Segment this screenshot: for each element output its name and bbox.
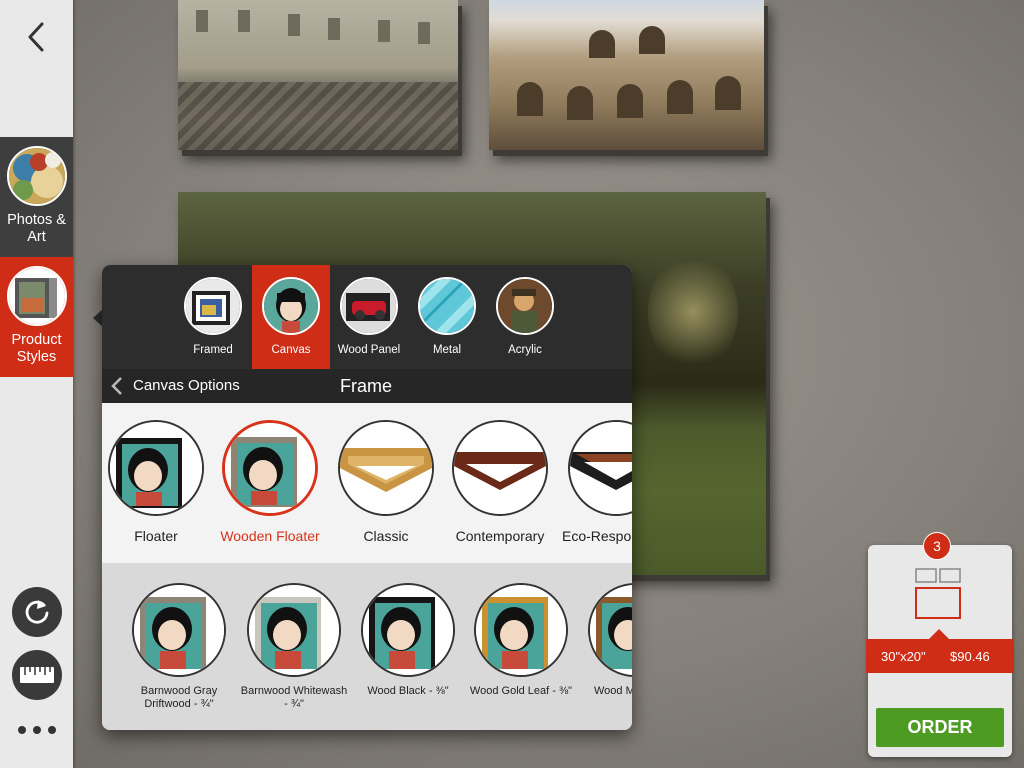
- window-shape: [238, 10, 250, 32]
- arch-shape: [517, 82, 543, 116]
- frame-style-wooden-floater[interactable]: Wooden Floater: [220, 420, 320, 544]
- finish-label: Wood Black - ⅜": [367, 685, 449, 697]
- finish-label: Barnwood Gray Driftwood - ¾": [140, 685, 218, 710]
- window-shape: [196, 10, 208, 32]
- options-header: Canvas Options Frame: [102, 369, 632, 403]
- finish-label: Wood Gold Leaf - ⅜": [469, 685, 573, 697]
- window-shape: [288, 14, 300, 36]
- window-shape: [328, 18, 340, 40]
- window-shape: [418, 22, 430, 44]
- frame-style-label: Wooden Floater: [220, 528, 320, 544]
- order-button[interactable]: ORDER: [876, 708, 1004, 747]
- framed-print-icon: [6, 266, 67, 326]
- options-title: Frame: [340, 376, 393, 396]
- frame-style-row: Floater Wooden Floater Classic Contempor…: [102, 403, 632, 563]
- back-button[interactable]: [20, 18, 54, 56]
- product-type-metal[interactable]: Metal: [408, 265, 486, 369]
- barnwood-gray-frame-icon: [132, 583, 226, 677]
- finish-wood-more[interactable]: Wood M: [588, 583, 632, 698]
- product-type-canvas[interactable]: Canvas: [252, 265, 330, 369]
- finish-wood-gold-leaf[interactable]: Wood Gold Leaf - ⅜": [466, 583, 576, 698]
- sidebar-item-label: Product Styles: [11, 332, 62, 365]
- window-shape: [378, 20, 390, 42]
- wood-panel-icon: [340, 277, 398, 335]
- cart-count-badge: 3: [923, 532, 951, 560]
- frame-style-floater[interactable]: Floater: [107, 420, 205, 544]
- ruler-icon: [20, 667, 54, 683]
- frame-style-label: Classic: [363, 528, 409, 544]
- product-type-acrylic[interactable]: Acrylic: [486, 265, 564, 369]
- finish-label: Wood M: [594, 685, 632, 697]
- sidebar-item-photos-art[interactable]: Photos & Art: [0, 137, 73, 257]
- left-sidebar: Photos & Art Product Styles: [0, 0, 73, 768]
- sunlight-glow: [648, 252, 738, 372]
- finish-barnwood-gray[interactable]: Barnwood Gray Driftwood - ¾": [124, 583, 234, 711]
- arch-shape: [715, 76, 741, 110]
- canvas-portrait-icon: [262, 277, 320, 335]
- frame-style-label: Floater: [134, 528, 178, 544]
- product-type-framed[interactable]: Framed: [174, 265, 252, 369]
- more-dots-icon: [48, 726, 56, 734]
- arch-shape: [639, 26, 665, 54]
- product-type-label: Metal: [432, 344, 462, 356]
- price-label: $90.46: [950, 649, 990, 664]
- arch-shape: [617, 84, 643, 118]
- finish-barnwood-whitewash[interactable]: Barnwood Whitewash - ¾": [232, 583, 356, 711]
- frame-finish-row: Barnwood Gray Driftwood - ¾" Barnwood Whi…: [102, 563, 632, 730]
- cobblestone-street: [178, 82, 458, 150]
- product-styles-popover: Framed Canvas Wood Panel Metal Acrylic C…: [102, 265, 632, 730]
- more-dots-icon: [18, 726, 26, 734]
- chevron-left-icon: [28, 22, 44, 52]
- wooden-floater-frame-icon: [222, 420, 318, 516]
- product-type-label: Acrylic: [508, 344, 542, 356]
- sidebar-item-product-styles[interactable]: Product Styles: [0, 257, 73, 377]
- chevron-left-icon: [111, 377, 122, 395]
- frame-style-label: Eco-Respo: [562, 528, 632, 544]
- layout-icon[interactable]: [912, 567, 968, 621]
- frame-style-classic[interactable]: Classic: [338, 420, 434, 544]
- size-strip-arrow: [929, 629, 949, 639]
- measure-button[interactable]: [12, 650, 62, 700]
- barnwood-whitewash-frame-icon: [247, 583, 341, 677]
- wall-canvas-street-photo[interactable]: [178, 0, 458, 150]
- size-label: 30"x20": [881, 649, 926, 664]
- size-price-strip[interactable]: 30"x20" $90.46: [866, 639, 1014, 673]
- refresh-icon: [25, 600, 49, 624]
- finish-label: Barnwood Whitewash - ¾": [240, 685, 348, 710]
- product-type-label: Canvas: [271, 344, 311, 356]
- arch-shape: [667, 80, 693, 114]
- frame-style-contemporary[interactable]: Contemporary: [442, 420, 558, 544]
- finish-wood-black[interactable]: Wood Black - ⅜": [358, 583, 458, 698]
- wood-frame-icon: [588, 583, 632, 677]
- arch-shape: [589, 30, 615, 58]
- product-type-label: Framed: [193, 344, 233, 356]
- abstract-art-icon: [6, 146, 67, 206]
- frame-style-eco[interactable]: Eco-Respo: [560, 420, 632, 544]
- eco-frame-icon: [568, 420, 632, 516]
- wood-gold-leaf-frame-icon: [474, 583, 568, 677]
- wall-canvas-colosseum-photo[interactable]: [489, 0, 764, 150]
- arch-shape: [567, 86, 593, 120]
- classic-frame-icon: [338, 420, 434, 516]
- more-button[interactable]: [18, 720, 56, 740]
- metal-icon: [418, 277, 476, 335]
- framed-icon: [184, 277, 242, 335]
- sidebar-item-label: Photos & Art: [7, 212, 66, 245]
- product-type-wood-panel[interactable]: Wood Panel: [330, 265, 408, 369]
- floater-frame-icon: [108, 420, 204, 516]
- more-dots-icon: [33, 726, 41, 734]
- acrylic-portrait-icon: [496, 277, 554, 335]
- frame-style-label: Contemporary: [455, 528, 545, 544]
- refresh-button[interactable]: [12, 587, 62, 637]
- contemporary-frame-icon: [452, 420, 548, 516]
- back-label: Canvas Options: [133, 377, 240, 394]
- product-type-row: Framed Canvas Wood Panel Metal Acrylic: [102, 265, 632, 369]
- product-type-label: Wood Panel: [337, 344, 401, 356]
- wood-black-frame-icon: [361, 583, 455, 677]
